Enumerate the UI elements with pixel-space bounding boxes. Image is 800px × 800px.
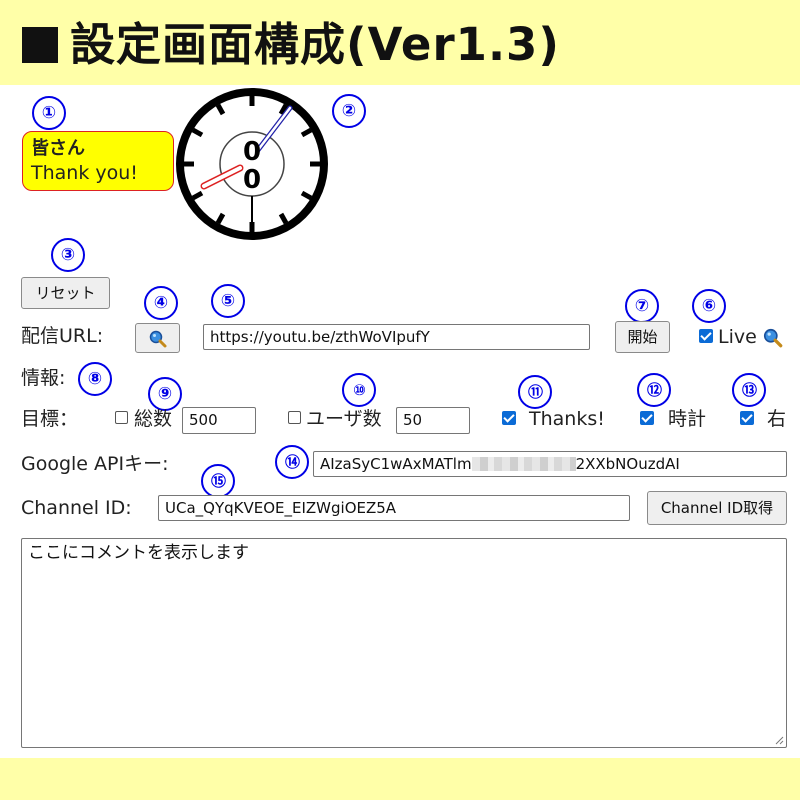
marker-11: ⑪ xyxy=(518,375,552,409)
reset-button[interactable]: リセット xyxy=(21,277,110,309)
magnifier-icon xyxy=(763,328,783,348)
marker-1: ① xyxy=(32,96,66,130)
users-input[interactable]: 50 xyxy=(396,407,470,434)
marker-15: ⑮ xyxy=(201,464,235,498)
bubble-name: 皆さん xyxy=(31,138,85,159)
goal-label: 目標： xyxy=(21,408,79,430)
clock-checkbox[interactable] xyxy=(640,411,654,425)
total-input[interactable]: 500 xyxy=(182,407,256,434)
marker-6: ⑥ xyxy=(692,289,726,323)
total-checkbox[interactable] xyxy=(115,411,128,424)
users-checkbox[interactable] xyxy=(288,411,301,424)
clock-label: 時計 xyxy=(668,408,707,430)
api-key-input[interactable]: AIzaSyC1wAxMATlm 2XXbNOuzdAI xyxy=(313,451,787,477)
right-checkbox[interactable] xyxy=(740,411,754,425)
thanks-checkbox[interactable] xyxy=(502,411,516,425)
total-label: 総数 xyxy=(134,408,173,430)
resize-grip-icon[interactable] xyxy=(775,736,784,745)
api-key-masked xyxy=(471,457,576,471)
api-key-label: Google APIキー: xyxy=(21,453,169,475)
marker-2: ② xyxy=(332,94,366,128)
thanks-label: Thanks! xyxy=(529,408,605,430)
marker-14: ⑭ xyxy=(275,445,309,479)
comment-text: ここにコメントを表示します xyxy=(28,543,249,563)
marker-13: ⑬ xyxy=(732,373,766,407)
bubble-message: Thank you! xyxy=(31,162,138,184)
live-label: Live xyxy=(718,326,757,348)
channel-id-input[interactable]: UCa_QYqKVEOE_EIZWgiOEZ5A xyxy=(158,495,630,521)
info-label: 情報: xyxy=(21,367,66,389)
search-button[interactable] xyxy=(135,323,180,353)
get-channel-id-button[interactable]: Channel ID取得 xyxy=(647,491,787,525)
marker-8: ⑧ xyxy=(78,362,112,396)
channel-id-label: Channel ID: xyxy=(21,497,132,519)
clock-digit-bottom: 0 xyxy=(243,165,261,195)
users-label: ユーザ数 xyxy=(306,408,382,430)
marker-10: ⑩ xyxy=(342,373,376,407)
marker-3: ③ xyxy=(51,238,85,272)
page-title: 設定画面構成(Ver1.3) xyxy=(22,8,560,82)
comment-textarea[interactable]: ここにコメントを表示します xyxy=(21,538,787,748)
marker-5: ⑤ xyxy=(211,284,245,318)
marker-4: ④ xyxy=(144,286,178,320)
magnifier-icon xyxy=(149,330,166,348)
marker-9: ⑨ xyxy=(148,377,182,411)
square-bullet-icon xyxy=(22,27,58,63)
url-input[interactable]: https://youtu.be/zthWoVIpufY xyxy=(203,324,590,350)
live-checkbox[interactable] xyxy=(699,329,713,343)
marker-12: ⑫ xyxy=(637,373,671,407)
marker-7: ⑦ xyxy=(625,289,659,323)
start-button[interactable]: 開始 xyxy=(615,321,670,353)
comment-bubble: 皆さん Thank you! xyxy=(22,131,174,191)
clock-digit-top: 0 xyxy=(243,137,261,167)
api-key-start: AIzaSyC1wAxMATlm xyxy=(320,455,472,473)
url-label: 配信URL: xyxy=(21,325,104,347)
analog-clock: 0 0 xyxy=(176,88,328,240)
api-key-end: 2XXbNOuzdAI xyxy=(575,455,680,473)
right-label: 右 xyxy=(767,408,787,430)
